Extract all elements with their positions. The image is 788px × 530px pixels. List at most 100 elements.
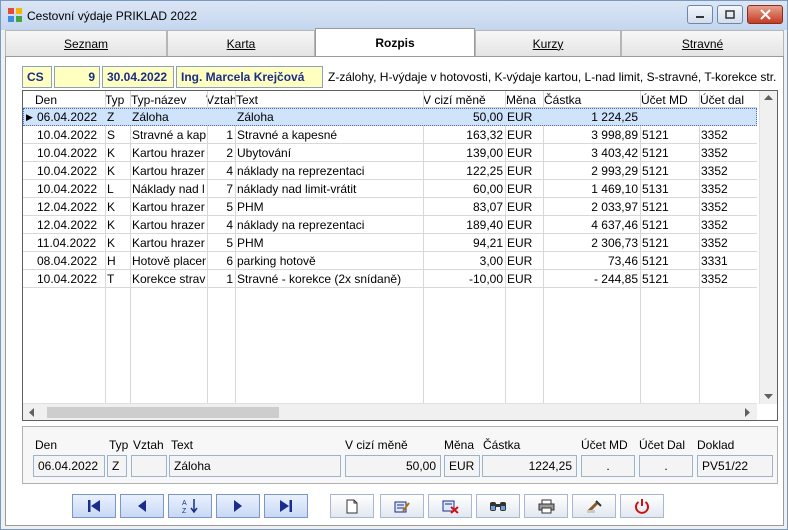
cell-den[interactable]: 11.04.2022 [37, 236, 103, 250]
cell-cizi[interactable]: -10,00 [425, 272, 503, 286]
tab-stravne[interactable]: Stravné [621, 30, 784, 56]
cell-den[interactable]: 10.04.2022 [37, 182, 103, 196]
cell-nazev[interactable]: Korekce strav [132, 272, 206, 286]
table-row[interactable]: 10.04.2022 T Korekce strav 1 Stravné - korek… [23, 270, 757, 288]
cell-castka[interactable]: 1 224,25 [545, 110, 638, 124]
table-row[interactable]: 12.04.2022 K Kartou hrazer 4 náklady na repr… [23, 216, 757, 234]
cell-den[interactable]: 06.04.2022 [37, 110, 103, 124]
table-row[interactable]: 10.04.2022 L Náklady nad l 7 náklady nad lim… [23, 180, 757, 198]
scroll-thumb[interactable] [47, 407, 279, 418]
cell-castka[interactable]: 4 637,46 [545, 218, 638, 232]
cell-cizi[interactable]: 50,00 [425, 110, 503, 124]
cell-mena[interactable]: EUR [507, 182, 541, 196]
cell-dal[interactable]: 3352 [701, 128, 755, 142]
table-row[interactable]: 11.04.2022 K Kartou hrazer 5 PHM 94,21 EUR 2 30… [23, 234, 757, 252]
cell-md[interactable]: 5121 [642, 254, 697, 268]
cell-text[interactable]: Záloha [237, 110, 421, 124]
cell-castka[interactable]: 3 998,89 [545, 128, 638, 142]
cell-text[interactable]: PHM [237, 200, 421, 214]
cell-castka[interactable]: 3 403,42 [545, 146, 638, 160]
cell-text[interactable]: Stravné a kapesné [237, 128, 421, 142]
tab-karta[interactable]: Karta [167, 30, 315, 56]
print-button[interactable] [524, 494, 568, 518]
cell-dal[interactable]: 3352 [701, 218, 755, 232]
detail-typ-field[interactable]: Z [107, 455, 127, 477]
cell-castka[interactable]: 2 306,73 [545, 236, 638, 250]
cell-mena[interactable]: EUR [507, 110, 541, 124]
cell-vztah[interactable]: 5 [209, 200, 233, 214]
cell-typ[interactable]: S [107, 128, 127, 142]
cell-md[interactable]: 5121 [642, 218, 697, 232]
cell-md[interactable]: 5121 [642, 164, 697, 178]
cell-vztah[interactable]: 1 [209, 272, 233, 286]
exit-button[interactable] [620, 494, 664, 518]
cell-vztah[interactable]: 1 [209, 128, 233, 142]
col-typ-nazev[interactable]: Typ-název [131, 93, 186, 107]
cell-cizi[interactable]: 3,00 [425, 254, 503, 268]
cell-nazev[interactable]: Stravné a kap [132, 128, 206, 142]
cell-nazev[interactable]: Hotově placen [132, 254, 206, 268]
cell-typ[interactable]: L [107, 182, 127, 196]
table-row[interactable]: 10.04.2022 K Kartou hrazer 4 náklady na repr… [23, 162, 757, 180]
maximize-button[interactable] [717, 5, 743, 24]
cell-cizi[interactable]: 139,00 [425, 146, 503, 160]
cell-typ[interactable]: Z [107, 110, 127, 124]
cell-text[interactable]: náklady nad limit-vrátit [237, 182, 421, 196]
cell-castka[interactable]: 2 993,29 [545, 164, 638, 178]
col-ucet-dal[interactable]: Účet dal [700, 93, 744, 107]
cell-vztah[interactable]: 4 [209, 164, 233, 178]
cell-mena[interactable]: EUR [507, 254, 541, 268]
cell-den[interactable]: 10.04.2022 [37, 146, 103, 160]
cell-text[interactable]: Ubytování [237, 146, 421, 160]
cell-mena[interactable]: EUR [507, 146, 541, 160]
last-record-button[interactable] [264, 494, 308, 518]
detail-vztah-field[interactable] [131, 455, 167, 477]
cell-nazev[interactable]: Kartou hrazer [132, 200, 206, 214]
cell-text[interactable]: PHM [237, 236, 421, 250]
col-ucet-md[interactable]: Účet MD [641, 93, 688, 107]
first-record-button[interactable] [72, 494, 116, 518]
cell-md[interactable]: 5121 [642, 128, 697, 142]
detail-doklad-field[interactable]: PV51/22 [697, 455, 773, 477]
col-mena[interactable]: Měna [506, 93, 536, 107]
table-row[interactable]: 10.04.2022 K Kartou hrazer 2 Ubytování 139,00… [23, 144, 757, 162]
col-den[interactable]: Den [35, 93, 57, 107]
table-row[interactable]: 08.04.2022 H Hotově placen 6 parking hotově 3… [23, 252, 757, 270]
cell-den[interactable]: 08.04.2022 [37, 254, 103, 268]
tab-seznam[interactable]: Seznam [5, 30, 167, 56]
cell-cizi[interactable]: 189,40 [425, 218, 503, 232]
cell-typ[interactable]: T [107, 272, 127, 286]
cell-md[interactable]: 5121 [642, 236, 697, 250]
cell-nazev[interactable]: Kartou hrazer [132, 218, 206, 232]
scroll-down-icon[interactable] [764, 394, 773, 400]
col-text[interactable]: Text [236, 93, 258, 107]
cell-castka[interactable]: 1 469,10 [545, 182, 638, 196]
cell-mena[interactable]: EUR [507, 272, 541, 286]
table-row[interactable]: 12.04.2022 K Kartou hrazer 5 PHM 83,07 EUR 2 03… [23, 198, 757, 216]
cell-nazev[interactable]: Kartou hrazer [132, 236, 206, 250]
cell-den[interactable]: 10.04.2022 [37, 164, 103, 178]
tools-button[interactable] [572, 494, 616, 518]
cell-typ[interactable]: K [107, 164, 127, 178]
cell-text[interactable]: Stravné - korekce (2x snídaně) [237, 272, 421, 286]
cell-cizi[interactable]: 94,21 [425, 236, 503, 250]
horizontal-scrollbar[interactable] [23, 403, 757, 420]
cell-mena[interactable]: EUR [507, 236, 541, 250]
cell-cizi[interactable]: 60,00 [425, 182, 503, 196]
cell-castka[interactable]: - 244,85 [545, 272, 638, 286]
minimize-button[interactable] [687, 5, 713, 24]
cell-md[interactable]: 5121 [642, 200, 697, 214]
cell-typ[interactable]: H [107, 254, 127, 268]
col-cizi-mena[interactable]: V cizí měně [423, 93, 486, 107]
col-castka[interactable]: Částka [544, 93, 581, 107]
cell-vztah[interactable]: 6 [209, 254, 233, 268]
scroll-left-icon[interactable] [29, 408, 35, 417]
detail-castka-field[interactable]: 1224,25 [482, 455, 577, 477]
sort-button[interactable]: A Z [168, 494, 212, 518]
cell-text[interactable]: náklady na reprezentaci [237, 164, 421, 178]
cell-dal[interactable]: 3331 [701, 254, 755, 268]
cell-mena[interactable]: EUR [507, 200, 541, 214]
cell-nazev[interactable]: Záloha [132, 110, 206, 124]
cell-den[interactable]: 10.04.2022 [37, 272, 103, 286]
delete-record-button[interactable] [428, 494, 472, 518]
